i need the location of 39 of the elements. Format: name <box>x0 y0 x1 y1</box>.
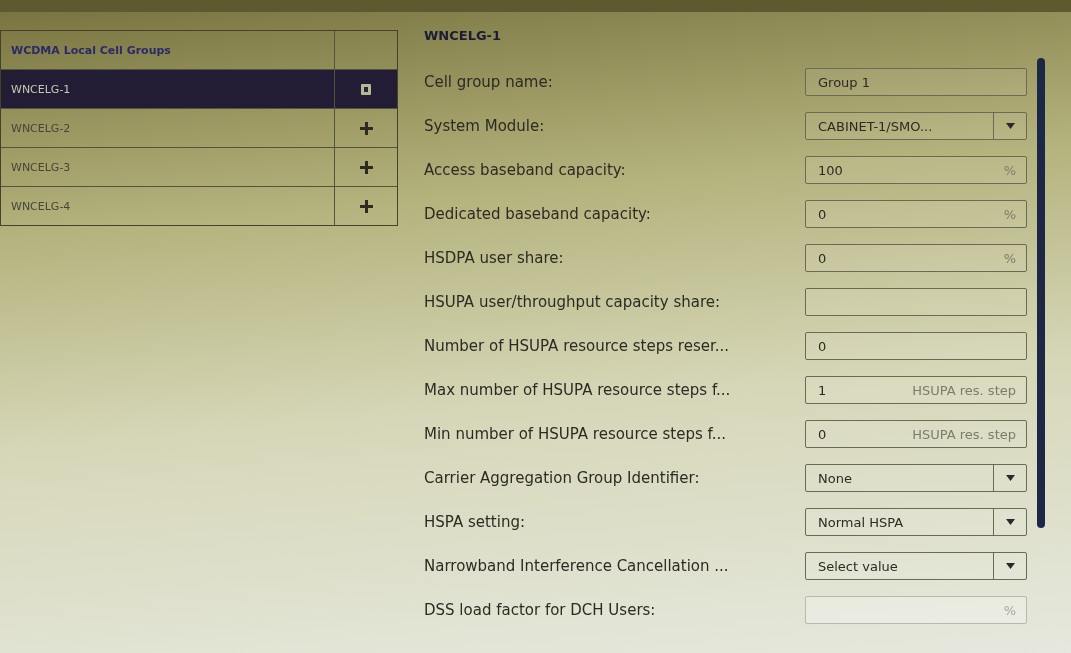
plus-icon[interactable] <box>359 160 373 174</box>
scrollbar[interactable] <box>1037 58 1045 528</box>
dropdown[interactable]: None <box>805 464 1027 492</box>
field-label: Carrier Aggregation Group Identifier: <box>424 469 701 487</box>
field-label: DSS load factor for DCH Users: <box>424 601 657 619</box>
input-field[interactable]: 100 % <box>805 156 1027 184</box>
field-label: Access baseband capacity: <box>424 161 627 179</box>
field-label: System Module: <box>424 117 546 135</box>
input-field[interactable] <box>805 288 1027 316</box>
plus-icon[interactable] <box>359 121 373 135</box>
cell-group-row[interactable]: WNCELG-3 <box>1 148 397 187</box>
dropdown[interactable]: Select value <box>805 552 1027 580</box>
input-field[interactable]: 0 % <box>805 200 1027 228</box>
caret-icon <box>1005 123 1015 129</box>
field-label: Narrowband Interference Cancellation ... <box>424 557 730 575</box>
field-label: Max number of HSUPA resource steps f... <box>424 381 732 399</box>
input-field[interactable]: 1 HSUPA res. step <box>805 376 1027 404</box>
field-label: Cell group name: <box>424 73 554 91</box>
field-label: Min number of HSUPA resource steps f... <box>424 425 727 443</box>
plus-icon[interactable] <box>359 199 373 213</box>
input-field[interactable]: 0 % <box>805 244 1027 272</box>
field-label: HSPA setting: <box>424 513 526 531</box>
details-title: WNCELG-1 <box>424 28 503 45</box>
dropdown[interactable]: Normal HSPA <box>805 508 1027 536</box>
trash-icon[interactable] <box>361 83 371 95</box>
panel-title: WCDMA Local Cell Groups <box>10 42 172 59</box>
input-field[interactable]: 0 <box>805 332 1027 360</box>
field-label: Dedicated baseband capacity: <box>424 205 652 223</box>
caret-icon <box>1005 475 1015 481</box>
field-label: HSUPA user/throughput capacity share: <box>424 293 721 311</box>
field-label: Number of HSUPA resource steps reser... <box>424 337 731 355</box>
cell-group-row[interactable]: WNCELG-1 <box>1 70 397 109</box>
field-label: HSDPA user share: <box>424 249 565 267</box>
caret-icon <box>1005 519 1015 525</box>
input-field[interactable]: Group 1 <box>805 68 1027 96</box>
cell-group-row[interactable]: WNCELG-4 <box>1 187 397 225</box>
dropdown[interactable]: CABINET-1/SMO... <box>805 112 1027 140</box>
caret-icon <box>1005 563 1015 569</box>
input-field[interactable]: 0 HSUPA res. step <box>805 420 1027 448</box>
